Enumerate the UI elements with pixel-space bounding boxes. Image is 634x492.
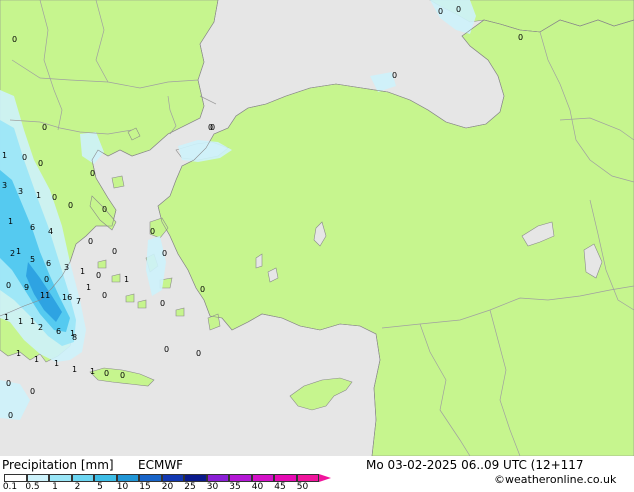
precip-value-label: 1 — [8, 217, 13, 226]
precip-value-label: 1 — [90, 367, 95, 376]
legend-swatch — [116, 474, 139, 482]
precip-value-label: 0 — [68, 201, 73, 210]
precip-value-label: 1 — [124, 275, 129, 284]
precip-value-label: 0 — [12, 35, 17, 44]
legend-tick-label: 35 — [229, 482, 241, 492]
legend-swatch — [26, 474, 49, 482]
precip-value-label: 3 — [64, 263, 69, 272]
precip-value-label: 11 — [40, 291, 50, 300]
legend-swatch — [184, 474, 207, 482]
credit-label: ©weatheronline.co.uk — [494, 473, 617, 486]
precip-value-label: 0 — [44, 275, 49, 284]
precip-value-label: 0 — [438, 7, 443, 16]
legend-swatch — [161, 474, 184, 482]
precip-value-label: 2 — [10, 249, 15, 258]
map-canvas: 00 001 00033010 016 410025 6 3 1 00100911 16 711 1 1… — [0, 0, 634, 456]
legend-tick-label: 0.5 — [25, 482, 40, 492]
precip-value-label: 1 — [18, 317, 23, 326]
precip-value-label: 0 — [164, 345, 169, 354]
precip-value-label: 2 — [38, 323, 43, 332]
precip-value-label: 0 — [90, 169, 95, 178]
legend-swatch — [296, 474, 319, 482]
legend-swatch — [206, 474, 229, 482]
precip-value-label: 0 — [22, 153, 27, 162]
precip-value-label: 0 — [392, 71, 397, 80]
legend-swatch — [274, 474, 297, 482]
precip-value-label: 1 — [16, 247, 21, 256]
legend-tick-label: 2 — [74, 482, 81, 492]
legend-tick-label: 45 — [274, 482, 286, 492]
precip-value-label: 9 — [24, 283, 29, 292]
precip-value-label: 6 — [46, 259, 51, 268]
precip-value-label: 0 — [160, 299, 165, 308]
precip-value-label: 0 — [8, 411, 13, 420]
legend-swatch — [4, 474, 27, 482]
precip-value-label: 1 — [34, 355, 39, 364]
legend-tick-label: 40 — [251, 482, 264, 492]
precip-value-label: 0 — [102, 291, 107, 300]
precip-value-label: 8 — [72, 333, 77, 342]
legend-tick-label: 0.1 — [2, 482, 18, 492]
legend-tick-label: 5 — [97, 482, 103, 492]
precip-value-label: 1 — [4, 313, 9, 322]
valid-time-label: Mo 03-02-2025 06..09 UTC (12+117 — [366, 458, 584, 472]
lemnos-island — [111, 175, 125, 189]
precip-value-label: 0 — [162, 249, 167, 258]
precip-value-label: 0 — [30, 387, 35, 396]
precip-value-label: 0 — [38, 159, 43, 168]
precip-value-label: 0 — [102, 205, 107, 214]
precip-value-label: 1 — [16, 349, 21, 358]
legend-tick-label: 25 — [184, 482, 196, 492]
precip-value-label: 3 — [18, 187, 23, 196]
precip-value-label: 3 — [2, 181, 7, 190]
legend-tick-label: 1 — [52, 482, 58, 492]
precip-value-label: 1 — [36, 191, 41, 200]
legend-tick-label: 15 — [139, 482, 151, 492]
legend-swatch — [94, 474, 117, 482]
legend-tick-label: 10 — [116, 482, 129, 492]
precip-value-label: 0 — [210, 123, 215, 132]
precip-value-label: 0 — [150, 227, 155, 236]
precip-value-label: 0 — [104, 369, 109, 378]
precip-value-label: 0 — [96, 271, 101, 280]
precip-value-label: 0 — [52, 193, 57, 202]
legend-swatch — [229, 474, 252, 482]
precip-value-label: 0 — [120, 371, 125, 380]
legend-swatch — [71, 474, 94, 482]
precip-value-label: 1 — [80, 267, 85, 276]
legend-arrow-icon — [319, 474, 331, 482]
precip-value-label: 6 — [30, 223, 35, 232]
precip-value-label: 5 — [30, 255, 35, 264]
precip-value-label: 4 — [48, 227, 53, 236]
precip-value-label: 1 — [72, 365, 77, 374]
precip-value-label: 0 — [88, 237, 93, 246]
legend-tick-label: 20 — [161, 482, 174, 492]
precip-value-label: 16 — [62, 293, 72, 302]
precipitation-map[interactable]: 0 0 0 0 1 0 0 0 3 3 0 1 0 0 1 6 4 1 0 0 2 5 6 3 1 0 0 1 0 0 9 11 16 7 1 1 1 1… — [0, 0, 634, 456]
precip-value-label: 7 — [76, 297, 81, 306]
precip-value-label: 0 — [6, 379, 11, 388]
precip-value-label: 1 — [30, 317, 35, 326]
precip-value-label: 0 — [200, 285, 205, 294]
precip-value-label: 6 — [56, 327, 61, 336]
model-label: ECMWF — [138, 458, 184, 472]
legend-swatch — [139, 474, 162, 482]
precip-value-label: 1 — [2, 151, 7, 160]
precip-value-label: 1 — [86, 283, 91, 292]
precip-value-label: 0 — [518, 33, 523, 42]
precip-value-label: 0 — [6, 281, 11, 290]
precip-value-label: 1 — [54, 359, 59, 368]
precip-value-label: 0 — [196, 349, 201, 358]
precip-value-label: 0 — [456, 5, 461, 14]
precip-value-label: 0 — [42, 123, 47, 132]
legend-tick-label: 30 — [206, 482, 219, 492]
legend-swatch — [251, 474, 274, 482]
precip-value-label: 0 — [112, 247, 117, 256]
legend-tick-label: 50 — [296, 482, 309, 492]
product-label: Precipitation [mm] — [2, 458, 114, 472]
legend-swatch — [49, 474, 72, 482]
